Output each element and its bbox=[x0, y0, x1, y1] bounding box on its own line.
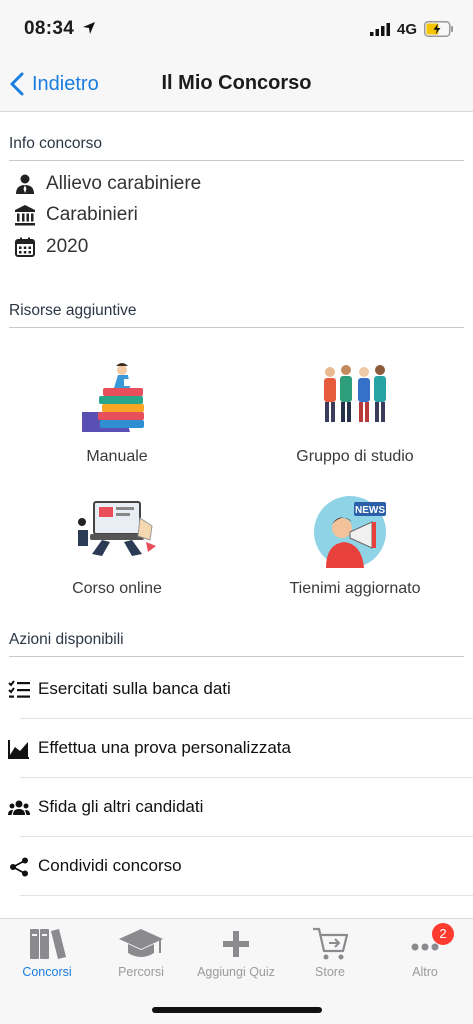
share-icon bbox=[10, 857, 28, 877]
news-sign-text: NEWS bbox=[355, 505, 385, 516]
info-row-year: 2020 bbox=[14, 232, 88, 262]
action-condividi[interactable]: Condividi concorso bbox=[0, 837, 473, 896]
section-header-resources: Risorse aggiuntive bbox=[9, 302, 464, 328]
news-megaphone-illustration: NEWS bbox=[314, 496, 386, 568]
resource-gruppo-studio[interactable]: Gruppo di studio bbox=[255, 360, 455, 480]
home-indicator bbox=[152, 1007, 322, 1013]
laptop-illustration bbox=[78, 501, 156, 556]
institution-icon bbox=[15, 205, 35, 226]
notification-badge: 2 bbox=[432, 923, 454, 945]
action-sfida-candidati[interactable]: Sfida gli altri candidati bbox=[0, 778, 473, 837]
tab-label: Aggiungi Quiz bbox=[197, 965, 275, 979]
resource-label: Manuale bbox=[86, 448, 148, 465]
books-illustration bbox=[82, 363, 144, 432]
tab-label: Store bbox=[315, 965, 345, 979]
section-header-info: Info concorso bbox=[9, 135, 464, 161]
calendar-icon bbox=[15, 237, 35, 257]
tab-label: Percorsi bbox=[118, 965, 164, 979]
tab-concorsi[interactable]: Concorsi bbox=[0, 919, 94, 989]
tab-altro[interactable]: 2 Altro bbox=[378, 919, 472, 989]
separator bbox=[20, 895, 473, 896]
action-prova-personalizzata[interactable]: Effettua una prova personalizzata bbox=[0, 719, 473, 778]
action-label: Condividi concorso bbox=[38, 856, 182, 875]
graduation-cap-icon bbox=[119, 929, 163, 957]
action-label: Sfida gli altri candidati bbox=[38, 797, 204, 816]
tab-store[interactable]: Store bbox=[283, 919, 377, 989]
info-year-text: 2020 bbox=[46, 236, 89, 257]
network-type: 4G bbox=[397, 21, 418, 38]
battery-icon bbox=[424, 21, 453, 37]
resource-tienimi-aggiornato[interactable]: NEWS Tienimi aggiornato bbox=[255, 492, 455, 612]
group-icon bbox=[8, 800, 30, 815]
page-title: Il Mio Concorso bbox=[161, 72, 312, 94]
tab-aggiungi-quiz[interactable]: Aggiungi Quiz bbox=[189, 919, 283, 989]
tab-label: Concorsi bbox=[22, 965, 72, 979]
location-arrow-icon bbox=[83, 22, 95, 34]
navigation-bar: Indietro Il Mio Concorso bbox=[0, 58, 473, 112]
books-icon bbox=[30, 929, 66, 959]
tab-bar: Concorsi Percorsi Aggiungi Quiz Store 2 … bbox=[0, 918, 473, 1024]
signal-icon bbox=[370, 23, 390, 36]
info-row-role: Allievo carabiniere bbox=[14, 169, 201, 199]
info-row-corps: Carabinieri bbox=[14, 200, 138, 230]
chart-icon bbox=[8, 740, 29, 759]
section-header-actions: Azioni disponibili bbox=[9, 631, 464, 657]
action-label: Effettua una prova personalizzata bbox=[38, 738, 291, 757]
info-corps-text: Carabinieri bbox=[46, 204, 138, 225]
plus-icon bbox=[223, 931, 249, 957]
resource-label: Tienimi aggiornato bbox=[289, 580, 421, 597]
status-bar: 08:34 4G bbox=[0, 0, 473, 58]
action-esercitati[interactable]: Esercitati sulla banca dati bbox=[0, 660, 473, 719]
checklist-icon bbox=[8, 680, 30, 698]
resource-label: Gruppo di studio bbox=[296, 448, 414, 465]
person-icon bbox=[16, 174, 34, 194]
action-label: Esercitati sulla banca dati bbox=[38, 679, 231, 698]
info-role-text: Allievo carabiniere bbox=[46, 173, 202, 194]
resource-corso-online[interactable]: Corso online bbox=[17, 492, 217, 612]
tab-percorsi[interactable]: Percorsi bbox=[94, 919, 188, 989]
cart-icon bbox=[313, 927, 349, 960]
students-illustration bbox=[324, 365, 386, 422]
resource-manuale[interactable]: Manuale bbox=[17, 360, 217, 480]
status-time: 08:34 bbox=[24, 18, 75, 39]
tab-label: Altro bbox=[412, 965, 438, 979]
resource-label: Corso online bbox=[72, 580, 162, 597]
